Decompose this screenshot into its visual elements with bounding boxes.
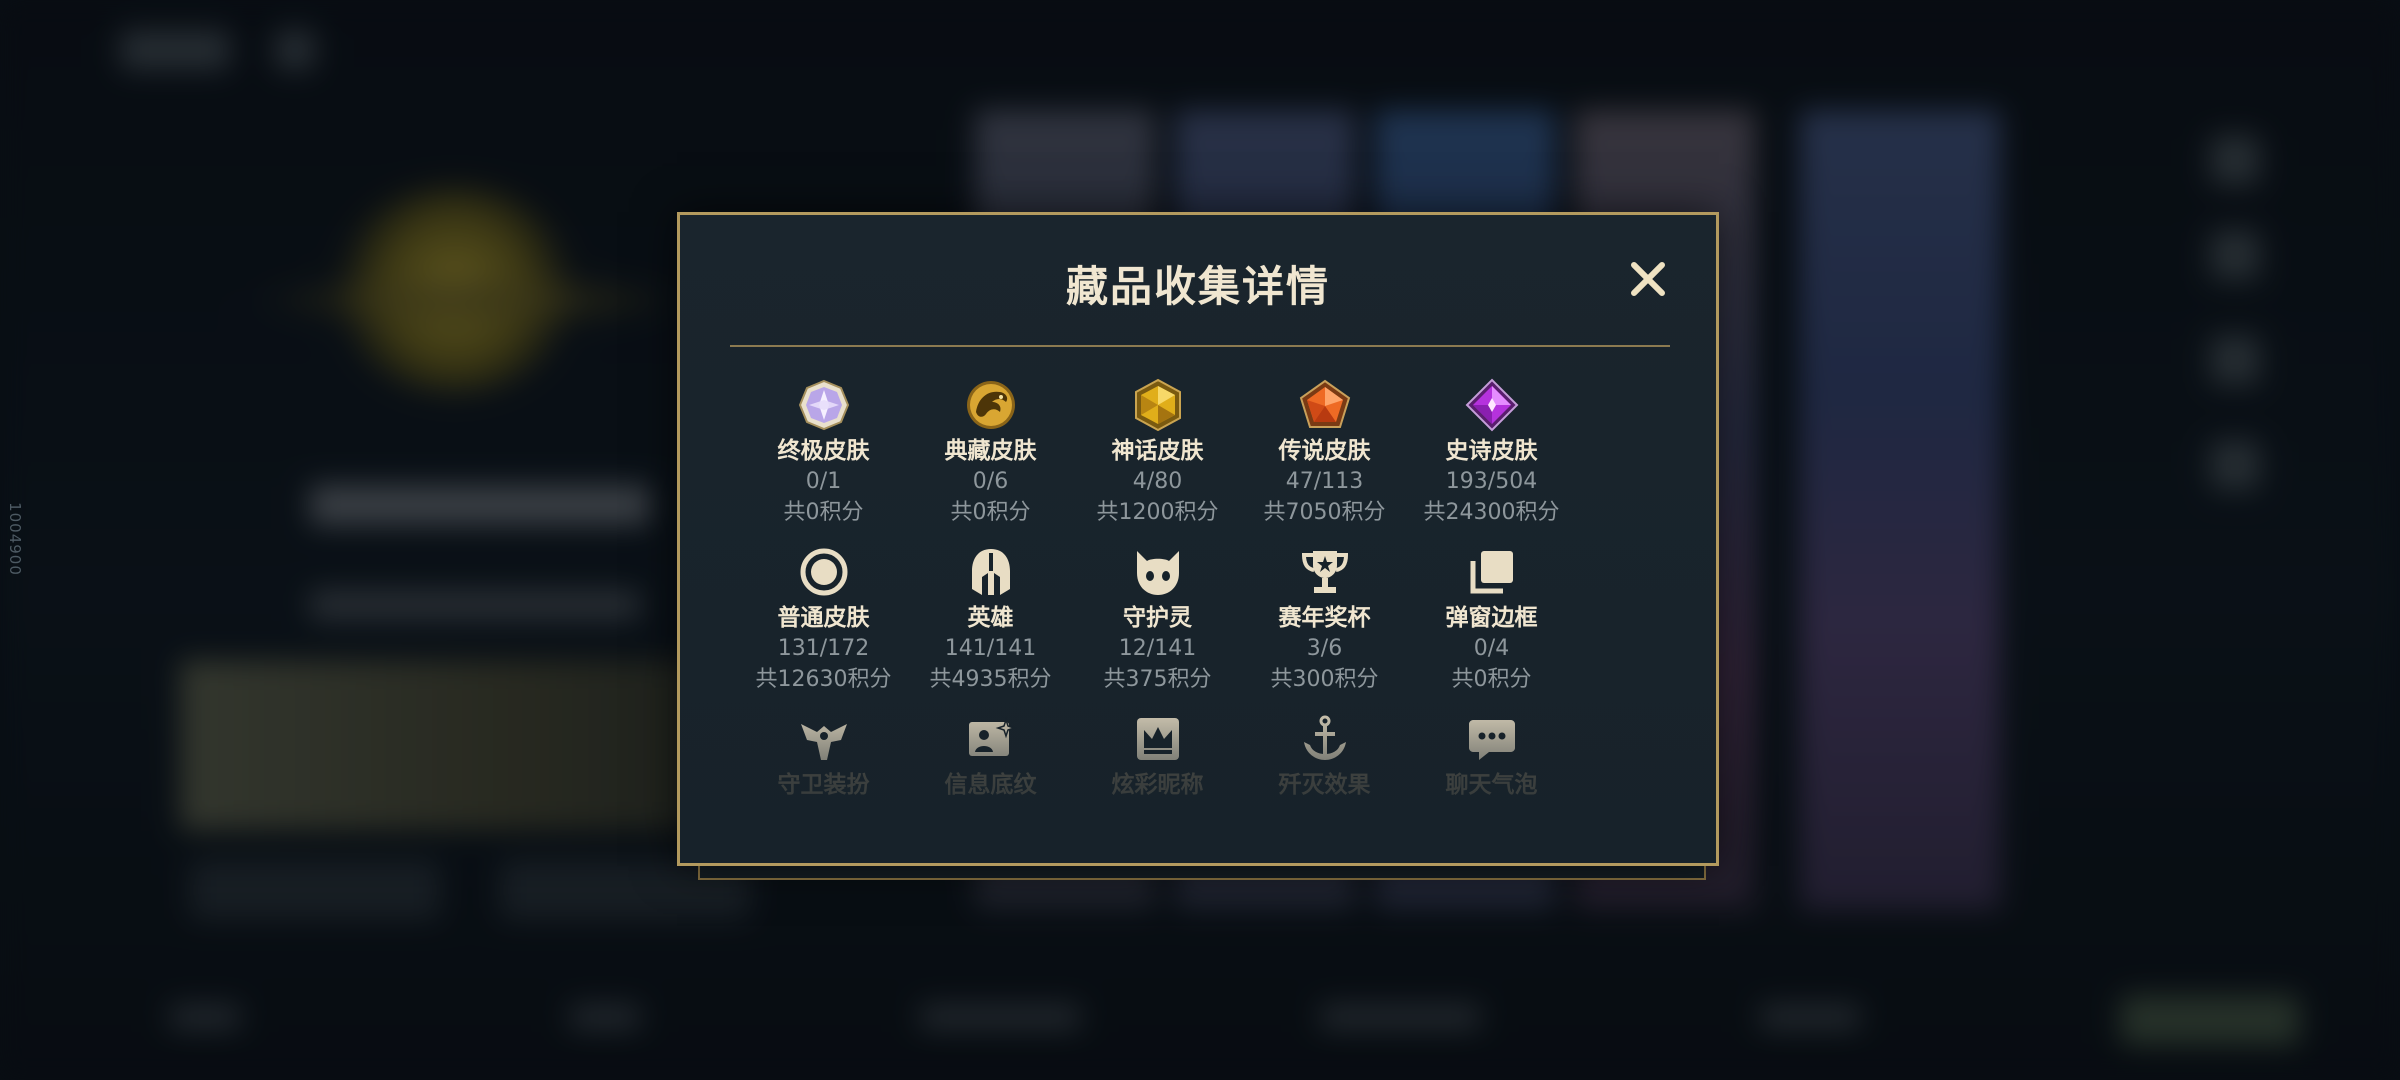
category-label: 聊天气泡 xyxy=(1445,772,1538,798)
category-count: 0/6 xyxy=(972,469,1009,494)
guardian-spirit-icon xyxy=(1136,551,1179,595)
ultimate-skin-gem-icon xyxy=(798,379,849,431)
category-champion[interactable]: 英雄 141/141 共4935积分 xyxy=(907,545,1074,705)
category-prestige-skin[interactable]: 典藏皮肤 0/6 共0积分 xyxy=(907,378,1074,538)
chat-bubble-icon xyxy=(1468,720,1515,760)
category-guardian-spirit[interactable]: 守护灵 12/141 共375积分 xyxy=(1074,545,1241,705)
category-points: 共4935积分 xyxy=(929,667,1052,692)
prestige-skin-dragon-icon xyxy=(966,381,1015,429)
category-label: 史诗皮肤 xyxy=(1445,438,1538,464)
trophy-icon xyxy=(1301,551,1348,593)
title-divider xyxy=(730,345,1670,347)
close-icon xyxy=(1631,262,1665,296)
category-ward-skin[interactable]: 守卫装扮 xyxy=(740,712,907,863)
category-points: 共300积分 xyxy=(1270,667,1379,692)
category-label: 歼灭效果 xyxy=(1278,772,1371,798)
popup-frame-icon xyxy=(1470,551,1513,594)
category-chat-bubble[interactable]: 聊天气泡 xyxy=(1408,712,1575,863)
category-label: 普通皮肤 xyxy=(777,605,870,631)
epic-skin-gem-icon xyxy=(1465,378,1518,432)
ward-skin-icon xyxy=(800,724,847,760)
collection-grid: 终极皮肤 0/1 共0积分 典藏皮肤 0/6 共0积分 神话皮肤 4/80 共1… xyxy=(740,378,1575,863)
category-label: 守护灵 xyxy=(1123,605,1192,631)
category-count: 193/504 xyxy=(1445,469,1538,494)
legendary-skin-gem-icon xyxy=(1299,379,1350,428)
side-id-text: 1004900 xyxy=(5,502,24,576)
category-label: 信息底纹 xyxy=(944,772,1037,798)
common-skin-ring-icon xyxy=(800,548,847,596)
category-label: 英雄 xyxy=(967,605,1014,631)
collection-details-dialog: 藏品收集详情 终极皮肤 0/1 共0积分 典藏皮肤 0/6 共0积分 神话皮肤 … xyxy=(677,212,1719,866)
category-label: 赛年奖杯 xyxy=(1278,605,1371,631)
category-nickname[interactable]: 炫彩昵称 xyxy=(1074,712,1241,863)
elimination-effect-icon xyxy=(1303,715,1346,760)
category-count: 131/172 xyxy=(777,636,870,661)
profile-banner-icon xyxy=(968,717,1016,756)
category-label: 神话皮肤 xyxy=(1111,438,1204,464)
category-count: 141/141 xyxy=(944,636,1037,661)
category-points: 共375积分 xyxy=(1103,667,1212,692)
category-points: 共0积分 xyxy=(783,500,864,525)
category-season-trophy[interactable]: 赛年奖杯 3/6 共300积分 xyxy=(1241,545,1408,705)
category-ultimate-skin[interactable]: 终极皮肤 0/1 共0积分 xyxy=(740,378,907,538)
category-label: 典藏皮肤 xyxy=(944,438,1037,464)
category-points: 共24300积分 xyxy=(1423,500,1560,525)
category-label: 传说皮肤 xyxy=(1278,438,1371,464)
category-popup-frame[interactable]: 弹窗边框 0/4 共0积分 xyxy=(1408,545,1575,705)
category-label: 终极皮肤 xyxy=(777,438,870,464)
category-count: 12/141 xyxy=(1118,636,1197,661)
close-button[interactable] xyxy=(1625,256,1671,302)
category-points: 共1200积分 xyxy=(1096,500,1219,525)
category-profile-banner[interactable]: 信息底纹 xyxy=(907,712,1074,863)
champion-helmet-icon xyxy=(971,549,1010,595)
category-label: 炫彩昵称 xyxy=(1111,772,1204,798)
nickname-crown-icon xyxy=(1136,718,1179,760)
category-points: 共0积分 xyxy=(950,500,1031,525)
category-legendary-skin[interactable]: 传说皮肤 47/113 共7050积分 xyxy=(1241,378,1408,538)
category-points: 共12630积分 xyxy=(755,667,892,692)
category-count: 47/113 xyxy=(1285,469,1364,494)
category-epic-skin[interactable]: 史诗皮肤 193/504 共24300积分 xyxy=(1408,378,1575,538)
dialog-title: 藏品收集详情 xyxy=(1065,262,1330,311)
category-count: 0/4 xyxy=(1473,636,1510,661)
category-points: 共7050积分 xyxy=(1263,500,1386,525)
category-count: 4/80 xyxy=(1132,469,1183,494)
category-label: 守卫装扮 xyxy=(777,772,870,798)
category-mythic-skin[interactable]: 神话皮肤 4/80 共1200积分 xyxy=(1074,378,1241,538)
mythic-skin-gem-icon xyxy=(1134,378,1181,432)
category-points: 共0积分 xyxy=(1451,667,1532,692)
category-elimination-effect[interactable]: 歼灭效果 xyxy=(1241,712,1408,863)
category-common-skin[interactable]: 普通皮肤 131/172 共12630积分 xyxy=(740,545,907,705)
category-label: 弹窗边框 xyxy=(1445,605,1538,631)
screen: 1004900 藏品收集详情 终极皮肤 0/1 共0积分 典藏皮肤 0/6 共0… xyxy=(0,0,2400,1080)
category-count: 3/6 xyxy=(1306,636,1343,661)
category-count: 0/1 xyxy=(805,469,842,494)
